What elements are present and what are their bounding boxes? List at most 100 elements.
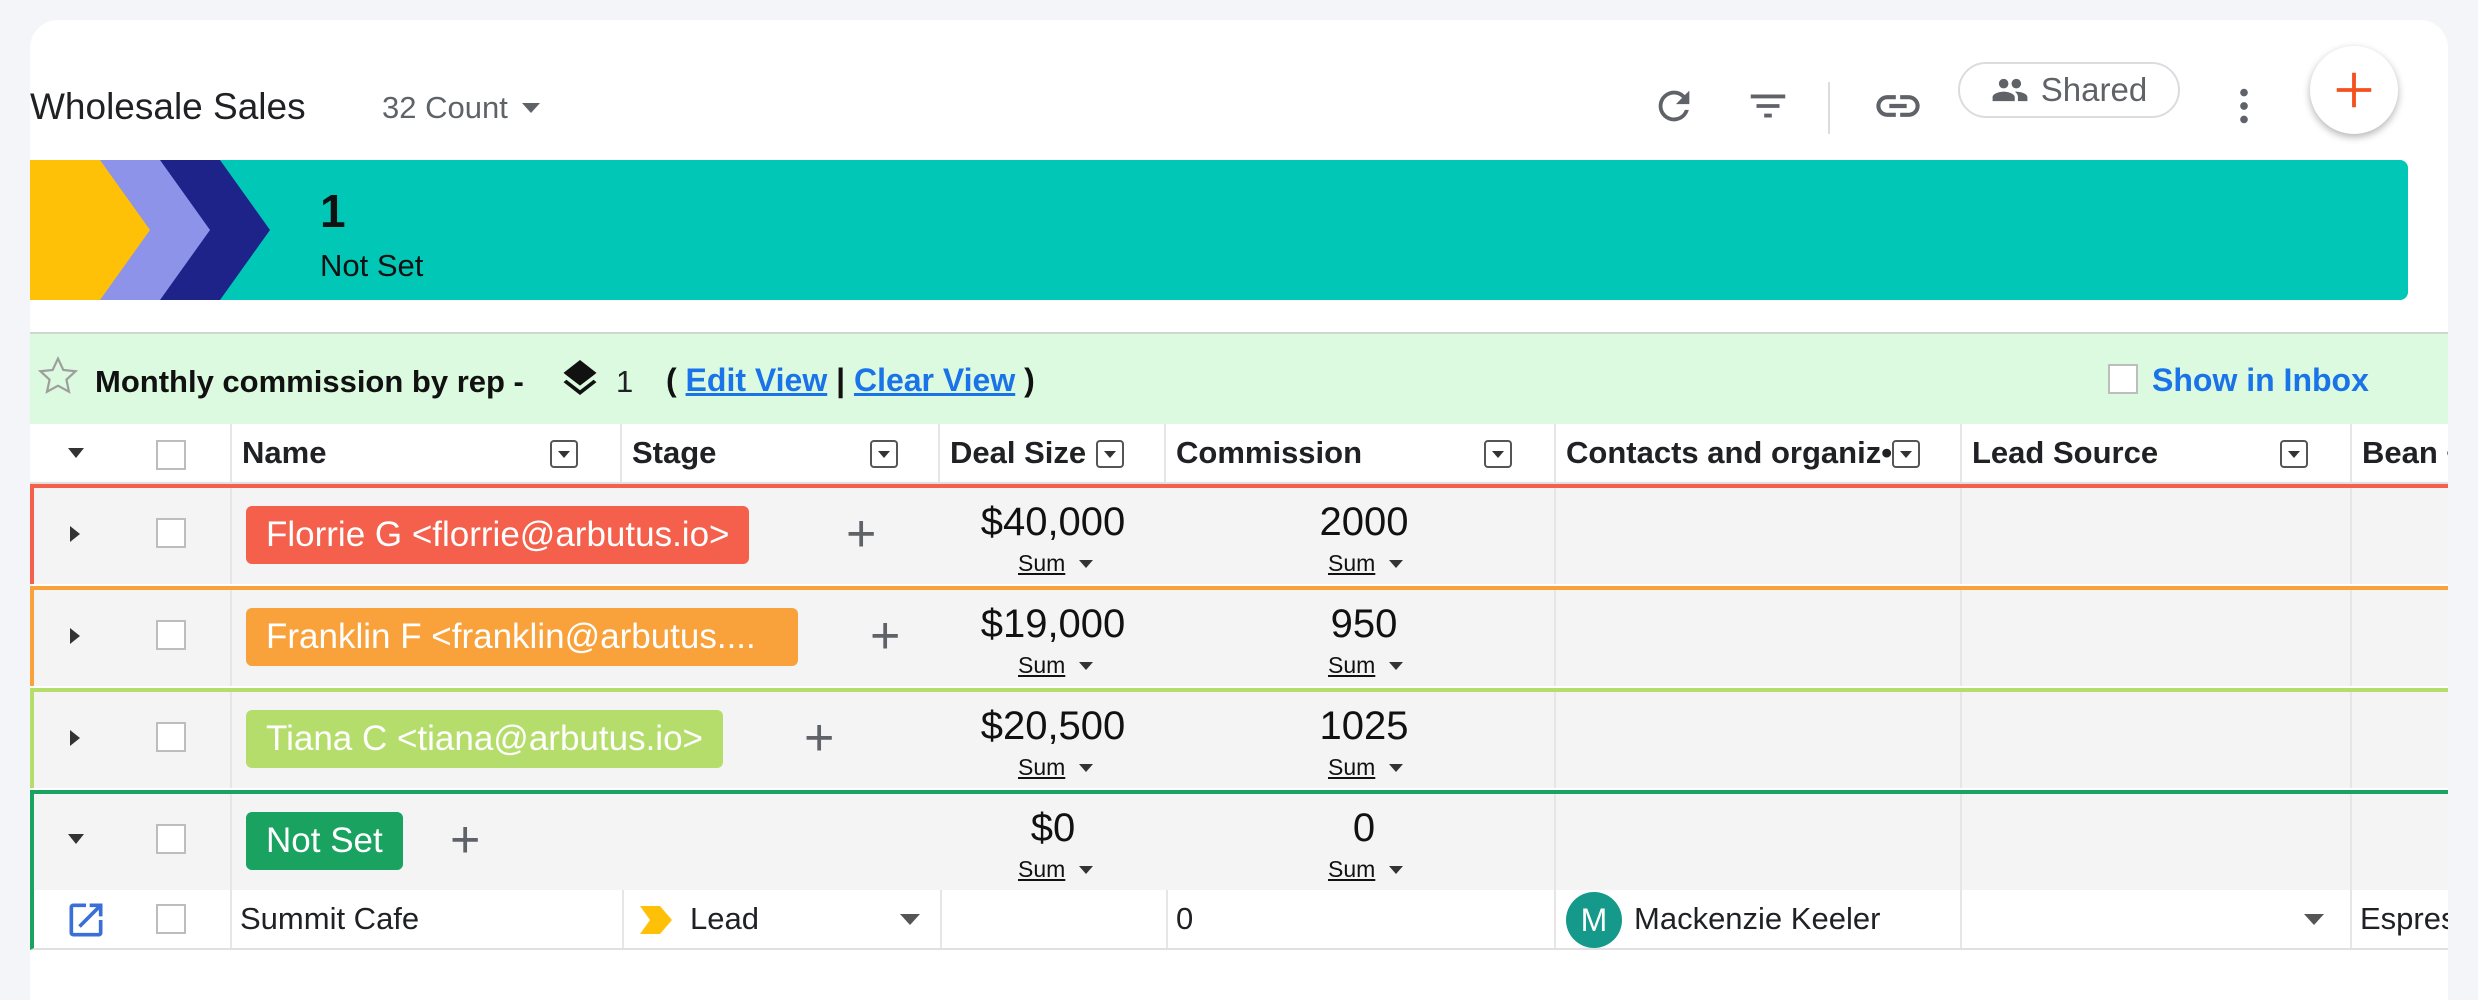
select-all-checkbox[interactable]: [156, 440, 186, 470]
commission-aggregate-select[interactable]: Sum: [1328, 652, 1404, 679]
add-icon: [2336, 72, 2372, 108]
deal-size-aggregate-select[interactable]: Sum: [1018, 754, 1094, 781]
star-icon: [37, 355, 79, 394]
group-checkbox[interactable]: [156, 518, 186, 548]
copy-link-button[interactable]: [1868, 76, 1928, 136]
column-header-deal-size[interactable]: Deal Size: [938, 424, 1164, 482]
main-card: Wholesale Sales 32 Count Shared 1 Not Se…: [30, 20, 2448, 1000]
deal-size-aggregate-select[interactable]: Sum: [1018, 652, 1094, 679]
lead-source-column-menu[interactable]: [2280, 440, 2308, 468]
link-icon: [1876, 95, 1920, 117]
toolbar: Wholesale Sales 32 Count Shared: [30, 20, 2448, 160]
group-row[interactable]: Tiana C <tiana@arbutus.io> + $20,500 Sum…: [30, 688, 2448, 788]
commission-aggregate-select[interactable]: Sum: [1328, 856, 1404, 883]
deal-size-aggregate-select[interactable]: Sum: [1018, 550, 1094, 577]
edit-view-link[interactable]: Edit View: [686, 362, 828, 398]
group-label-chip[interactable]: Florrie G <florrie@arbutus.io>: [246, 506, 750, 564]
expand-group-toggle[interactable]: [70, 730, 80, 746]
group-checkbox[interactable]: [156, 824, 186, 854]
add-button[interactable]: [2310, 46, 2398, 134]
table-row[interactable]: Summit Cafe Lead 0 M Mackenzie Keeler Es…: [30, 890, 2448, 950]
filter-icon: [1750, 94, 1786, 118]
shared-button[interactable]: Shared: [1958, 62, 2180, 118]
people-icon: [1992, 78, 2028, 102]
commission-sum: 2000: [1319, 500, 1409, 544]
chevron-down-icon: [1389, 661, 1404, 670]
open-paren: (: [666, 362, 677, 398]
count-dropdown[interactable]: 32 Count: [382, 90, 540, 126]
refresh-icon: [1658, 90, 1690, 122]
table-header: Name Stage Deal Size Commission Contacts…: [30, 424, 2448, 484]
commission-aggregate-select[interactable]: Sum: [1328, 550, 1404, 577]
chevron-down-icon: [1389, 559, 1404, 568]
stage-count: 1: [320, 185, 346, 237]
link-separator: |: [836, 362, 846, 398]
stage-column-menu[interactable]: [870, 440, 898, 468]
show-in-inbox-checkbox[interactable]: [2108, 364, 2138, 394]
refresh-button[interactable]: [1644, 76, 1704, 136]
more-vert-icon: [2240, 88, 2248, 124]
group-checkbox[interactable]: [156, 722, 186, 752]
close-paren: ): [1024, 362, 1035, 398]
commission-sum: 0: [1352, 806, 1376, 850]
open-record-button[interactable]: [64, 898, 108, 950]
saved-view-bar: Monthly commission by rep - 1 ( Edit Vie…: [30, 332, 2448, 424]
lead-source-dropdown-icon[interactable]: [2304, 914, 2324, 925]
deal-size-sum: $19,000: [980, 602, 1126, 646]
stage-label: Not Set: [320, 248, 424, 283]
expand-group-toggle[interactable]: [70, 526, 80, 542]
filter-button[interactable]: [1738, 76, 1798, 136]
deal-size-column-menu[interactable]: [1096, 440, 1124, 468]
add-to-group-button[interactable]: +: [846, 508, 876, 560]
view-actions: ( Edit View | Clear View ): [666, 362, 1035, 399]
commission-aggregate-select[interactable]: Sum: [1328, 754, 1404, 781]
more-options-button[interactable]: [2214, 76, 2274, 136]
commission-cell[interactable]: 0: [1166, 890, 1556, 948]
layers-icon: [558, 360, 602, 412]
group-label-chip[interactable]: Franklin F <franklin@arbutus....: [246, 608, 798, 666]
expand-group-toggle[interactable]: [70, 628, 80, 644]
view-name: Monthly commission by rep -: [95, 364, 524, 399]
contact-cell[interactable]: Mackenzie Keeler: [1624, 890, 1960, 948]
favorite-view-button[interactable]: [36, 354, 80, 406]
collapse-all-toggle[interactable]: [68, 448, 84, 458]
show-in-inbox-label[interactable]: Show in Inbox: [2152, 362, 2369, 399]
count-label: 32 Count: [382, 90, 508, 125]
group-row[interactable]: Florrie G <florrie@arbutus.io> + $40,000…: [30, 484, 2448, 584]
group-row[interactable]: Franklin F <franklin@arbutus.... + $19,0…: [30, 586, 2448, 686]
pipeline-stage-bar[interactable]: 1 Not Set: [30, 160, 2408, 300]
add-to-group-button[interactable]: +: [870, 610, 900, 662]
group-checkbox[interactable]: [156, 620, 186, 650]
pipeline-chevrons: [30, 160, 270, 300]
deal-size-aggregate-select[interactable]: Sum: [1018, 856, 1094, 883]
name-cell[interactable]: Summit Cafe: [230, 890, 624, 948]
collapse-group-toggle[interactable]: [68, 834, 84, 844]
group-row[interactable]: Not Set + $0 Sum 0 Sum: [30, 790, 2448, 890]
deal-size-cell[interactable]: [940, 890, 1166, 948]
chevron-down-icon: [1079, 865, 1094, 874]
commission-sum: 950: [1330, 602, 1398, 646]
name-column-menu[interactable]: [550, 440, 578, 468]
stage-cell[interactable]: Lead: [680, 890, 900, 948]
bean-cell[interactable]: Espres: [2350, 890, 2448, 948]
column-header-bean[interactable]: Bean •: [2350, 424, 2448, 482]
deal-size-sum: $20,500: [980, 704, 1126, 748]
chevron-down-icon: [1389, 763, 1404, 772]
add-to-group-button[interactable]: +: [450, 814, 480, 866]
deal-size-sum: $40,000: [980, 500, 1126, 544]
chevron-down-icon: [1079, 661, 1094, 670]
lead-source-cell[interactable]: [1960, 890, 2350, 948]
stage-chevron-icon: [640, 906, 672, 942]
chevron-down-icon: [521, 103, 540, 113]
add-to-group-button[interactable]: +: [804, 712, 834, 764]
group-label-chip[interactable]: Not Set: [246, 812, 403, 870]
row-checkbox[interactable]: [156, 904, 186, 934]
group-label-chip[interactable]: Tiana C <tiana@arbutus.io>: [246, 710, 723, 768]
avatar: M: [1566, 892, 1622, 948]
shared-label: Shared: [2040, 71, 2148, 108]
commission-column-menu[interactable]: [1484, 440, 1512, 468]
stage-dropdown-icon[interactable]: [900, 914, 920, 925]
contacts-column-menu[interactable]: [1892, 440, 1920, 468]
view-layer-count: 1: [616, 364, 634, 399]
clear-view-link[interactable]: Clear View: [854, 362, 1015, 398]
